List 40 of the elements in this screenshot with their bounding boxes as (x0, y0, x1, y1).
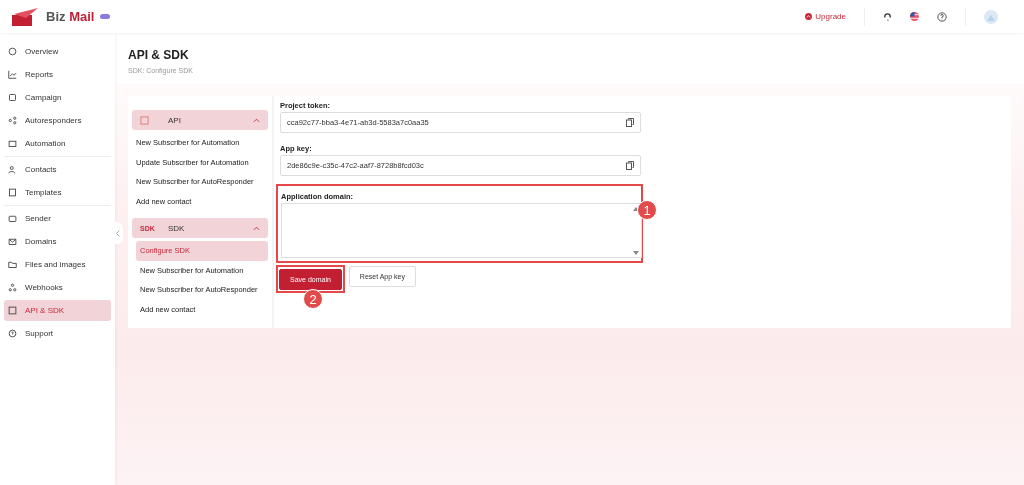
terminal-icon (8, 306, 17, 315)
logo-icon (12, 7, 40, 26)
mail-icon (8, 237, 17, 246)
sidebar-item[interactable]: Automation (4, 133, 111, 154)
collapse-handle[interactable] (113, 222, 123, 244)
sidebar-item[interactable]: Sender (4, 208, 111, 229)
step-badge: 2 (303, 289, 323, 309)
share-icon (8, 116, 17, 125)
sidebar-item[interactable]: Reports (4, 64, 111, 85)
sidebar-item[interactable]: Contacts (4, 159, 111, 180)
sidebar-item[interactable]: API & SDK (4, 300, 111, 321)
sidebar-item[interactable]: Overview (4, 41, 111, 62)
textarea-field[interactable] (281, 203, 642, 258)
flag-icon[interactable] (910, 12, 919, 21)
page-title: API & SDK (128, 48, 190, 62)
brand-name: Biz Mail (46, 9, 95, 24)
sidebar-item[interactable]: Templates (4, 182, 111, 203)
users-icon (8, 165, 17, 174)
upgrade-button[interactable]: Upgrade (805, 12, 846, 21)
sidebar-item[interactable]: Domains (4, 231, 111, 252)
document-icon (140, 115, 149, 125)
version-badge-icon (100, 14, 111, 19)
copy-icon[interactable] (626, 161, 634, 170)
scroll-arrows-icon[interactable] (633, 206, 639, 256)
sidebar-item[interactable]: Files and images (4, 254, 111, 275)
inbox-icon (8, 214, 17, 223)
box-icon (8, 93, 17, 102)
folder-icon (8, 260, 17, 269)
sidebar-item[interactable]: Webhooks (4, 277, 111, 298)
step-badge: 1 (637, 200, 657, 220)
sidebar-item[interactable]: Autoresponders (4, 110, 111, 131)
copy-icon[interactable] (626, 118, 634, 127)
sidebar-item[interactable]: Support (4, 323, 111, 344)
section-header[interactable]: API (132, 110, 268, 130)
network-icon (8, 283, 17, 292)
calendar-icon (8, 139, 17, 148)
arrow-up-icon (805, 13, 813, 20)
sidebar-item[interactable]: Campaign (4, 87, 111, 108)
line-chart-icon (8, 70, 17, 79)
document-icon (8, 188, 17, 197)
